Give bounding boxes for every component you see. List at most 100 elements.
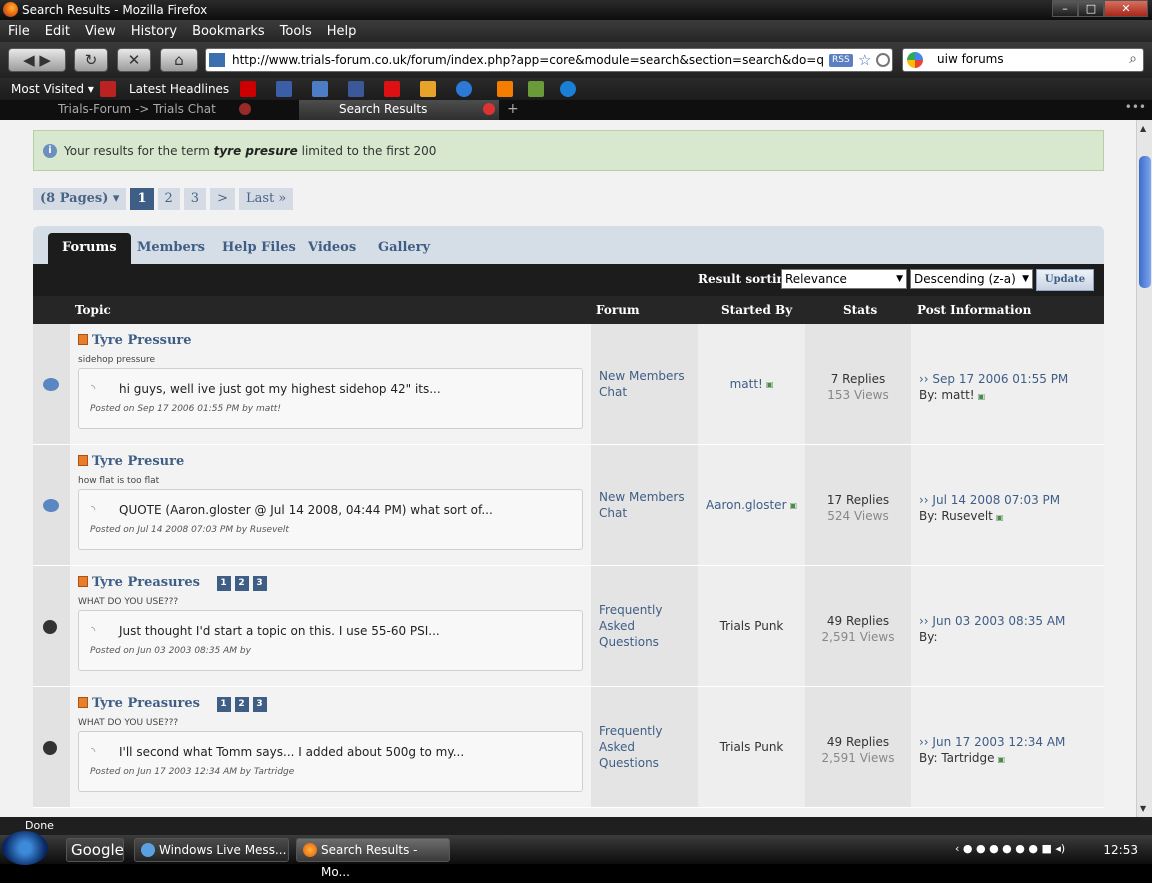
sort-field-select[interactable]: Relevance ▼ <box>781 269 907 289</box>
starter-link[interactable]: matt! ▣ <box>698 324 805 444</box>
youtube-icon[interactable] <box>240 81 256 97</box>
forum-link[interactable]: New Members Chat <box>591 445 698 565</box>
google-taskbar-button[interactable]: Google <box>66 838 124 862</box>
search-icon[interactable]: ⌕ <box>1129 51 1137 67</box>
bookmark-star-icon[interactable]: ☆ <box>858 51 871 69</box>
page-1[interactable]: 1 <box>130 188 154 210</box>
sort-order-select[interactable]: Descending (z-a) ▼ <box>910 269 1033 289</box>
last-post-link[interactable]: ›› Jun 03 2003 08:35 AM <box>919 613 1104 629</box>
profile-icon[interactable]: ▣ <box>996 513 1004 522</box>
minimize-button[interactable]: – <box>1052 0 1078 17</box>
tab-members[interactable]: Members <box>137 233 205 264</box>
forum-link[interactable]: Frequently Asked Questions <box>591 687 698 807</box>
tab-gallery[interactable]: Gallery <box>378 233 430 264</box>
col-topic[interactable]: Topic <box>75 303 111 317</box>
menu-edit[interactable]: Edit <box>45 24 70 39</box>
scroll-thumb[interactable] <box>1139 156 1151 288</box>
menu-tools[interactable]: Tools <box>280 24 312 39</box>
page-3[interactable]: 3 <box>183 188 207 210</box>
new-tab-icon[interactable]: + <box>507 101 519 117</box>
menu-bookmarks[interactable]: Bookmarks <box>192 24 265 39</box>
col-post-info[interactable]: Post Information <box>917 303 1031 317</box>
col-stats[interactable]: Stats <box>843 303 877 317</box>
page-jump[interactable]: (8 Pages) ▾ <box>33 188 127 210</box>
close-button[interactable]: ✕ <box>1104 0 1148 17</box>
col-started-by[interactable]: Started By <box>721 303 792 317</box>
topic-title[interactable]: Tyre Preasures 123 <box>78 575 267 591</box>
scroll-down-icon[interactable]: ▼ <box>1140 804 1146 813</box>
firefox-icon <box>303 843 317 857</box>
url-input[interactable] <box>232 51 824 69</box>
globe-icon[interactable] <box>456 81 472 97</box>
facebook-icon[interactable] <box>348 81 364 97</box>
tab-trials-chat[interactable]: Trials-Forum -> Trials Chat <box>0 100 258 120</box>
menu-help[interactable]: Help <box>327 24 357 39</box>
google-icon[interactable] <box>907 52 923 68</box>
bookmark-icon[interactable] <box>276 81 292 97</box>
page-2[interactable]: 2 <box>157 188 180 210</box>
most-visited-menu[interactable]: Most Visited ▾ <box>11 82 94 96</box>
notice-prefix: Your results for the term <box>64 144 210 158</box>
latest-headlines[interactable]: Latest Headlines <box>129 82 229 96</box>
start-button[interactable] <box>2 831 48 865</box>
bookmark-icon[interactable] <box>528 81 544 97</box>
locked-topic-icon <box>43 741 57 755</box>
tab-forums[interactable]: Forums <box>48 233 131 264</box>
back-forward-button[interactable]: ◀ ▶ <box>8 48 66 72</box>
scroll-up-icon[interactable]: ▲ <box>1140 124 1146 133</box>
ebay-icon[interactable] <box>384 81 400 97</box>
close-tab-icon[interactable] <box>239 103 251 115</box>
col-forum[interactable]: Forum <box>596 303 640 317</box>
address-bar[interactable]: RSS ☆ <box>205 48 893 72</box>
profile-icon[interactable]: ▣ <box>978 392 986 401</box>
last-post-link[interactable]: ›› Jun 17 2003 12:34 AM <box>919 734 1104 750</box>
topic-page-2[interactable]: 2 <box>234 576 249 591</box>
bookmark-icon[interactable] <box>312 81 328 97</box>
next-page[interactable]: > <box>210 188 235 210</box>
system-tray[interactable]: ‹ ● ● ● ● ● ● ■ ◂) <box>955 842 1065 855</box>
profile-icon[interactable]: ▣ <box>998 755 1006 764</box>
menu-history[interactable]: History <box>131 24 177 39</box>
tab-search-results[interactable]: Search Results <box>299 100 499 120</box>
last-post-link[interactable]: ›› Sep 17 2006 01:55 PM <box>919 371 1104 387</box>
tab-help-files[interactable]: Help Files <box>222 233 296 264</box>
reload-icon[interactable]: ↻ <box>74 48 108 72</box>
bookmark-icon[interactable] <box>100 81 116 97</box>
menu-file[interactable]: File <box>8 24 30 39</box>
home-icon[interactable]: ⌂ <box>160 48 198 72</box>
last-page[interactable]: Last » <box>238 188 294 210</box>
topic-stats: 49 Replies 2,591 Views <box>805 566 911 686</box>
topic-title[interactable]: Tyre Preasures 123 <box>78 696 267 712</box>
last-post-link[interactable]: ›› Jul 14 2008 07:03 PM <box>919 492 1104 508</box>
topic-title[interactable]: Tyre Presure <box>78 454 184 469</box>
tab-videos[interactable]: Videos <box>308 233 356 264</box>
topic-page-3[interactable]: 3 <box>252 697 267 712</box>
maximize-button[interactable]: □ <box>1078 0 1104 17</box>
search-input[interactable] <box>937 52 1117 66</box>
topic-page-3[interactable]: 3 <box>252 576 267 591</box>
stop-icon[interactable]: ✕ <box>117 48 151 72</box>
forum-link[interactable]: Frequently Asked Questions <box>591 566 698 686</box>
rss-icon[interactable]: RSS <box>829 54 853 67</box>
firefox-taskbar-button[interactable]: Search Results - Mo... <box>296 838 450 879</box>
go-icon[interactable] <box>876 53 890 67</box>
vertical-scrollbar[interactable]: ▲ ▼ <box>1136 120 1152 817</box>
topic-title[interactable]: Tyre Pressure <box>78 333 192 348</box>
starter-link[interactable]: Aaron.gloster ▣ <box>698 445 805 565</box>
blogger-icon[interactable] <box>497 81 513 97</box>
windows-icon[interactable] <box>420 81 436 97</box>
topic-page-1[interactable]: 1 <box>216 576 231 591</box>
snippet-text: hi guys, well ive just got my highest si… <box>119 382 441 396</box>
profile-icon[interactable]: ▣ <box>766 380 774 389</box>
topic-page-2[interactable]: 2 <box>234 697 249 712</box>
search-box[interactable]: ⌕ <box>902 48 1144 72</box>
tab-list-icon[interactable]: ••• <box>1125 100 1146 114</box>
messenger-taskbar-button[interactable]: Windows Live Mess... <box>134 838 289 862</box>
globe-icon[interactable] <box>560 81 576 97</box>
close-tab-icon[interactable] <box>483 103 495 115</box>
forum-link[interactable]: New Members Chat <box>591 324 698 444</box>
profile-icon[interactable]: ▣ <box>790 501 798 510</box>
update-button[interactable]: Update <box>1036 269 1094 291</box>
menu-view[interactable]: View <box>85 24 116 39</box>
topic-page-1[interactable]: 1 <box>216 697 231 712</box>
